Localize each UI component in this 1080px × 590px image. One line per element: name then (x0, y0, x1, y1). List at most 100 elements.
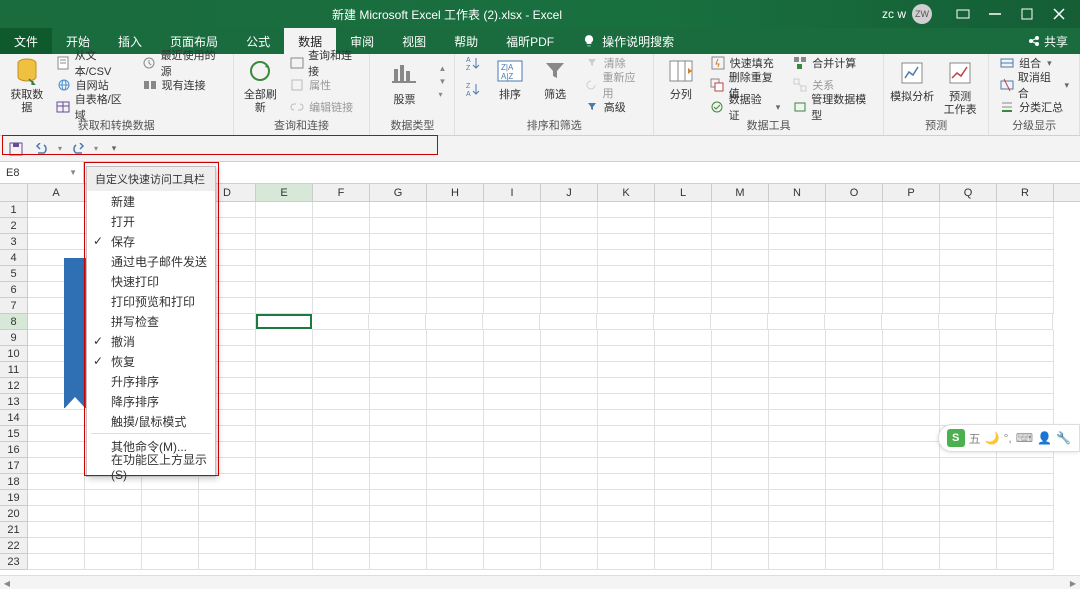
cell[interactable] (541, 362, 598, 378)
cell[interactable] (427, 506, 484, 522)
cell[interactable] (711, 314, 768, 330)
cell[interactable] (370, 362, 427, 378)
cell[interactable] (655, 250, 712, 266)
cell[interactable] (541, 202, 598, 218)
cell[interactable] (427, 458, 484, 474)
cell[interactable] (769, 410, 826, 426)
cell[interactable] (769, 346, 826, 362)
cell[interactable] (769, 282, 826, 298)
cell[interactable] (370, 490, 427, 506)
ime-floating-toolbar[interactable]: S 五 🌙 °, ⌨ 👤 🔧 (938, 424, 1080, 452)
cell[interactable] (142, 538, 199, 554)
ribbon-display-options-icon[interactable] (950, 4, 976, 24)
cell[interactable] (256, 474, 313, 490)
cell[interactable] (541, 554, 598, 570)
cell[interactable] (256, 378, 313, 394)
cell[interactable] (598, 202, 655, 218)
cell[interactable] (427, 362, 484, 378)
cell[interactable] (826, 458, 883, 474)
cell[interactable] (883, 298, 940, 314)
cell[interactable] (541, 330, 598, 346)
cell[interactable] (85, 538, 142, 554)
cell[interactable] (598, 474, 655, 490)
cell[interactable] (883, 378, 940, 394)
cell[interactable] (712, 202, 769, 218)
cell[interactable] (655, 266, 712, 282)
cell[interactable] (313, 554, 370, 570)
cell[interactable] (883, 330, 940, 346)
manage-data-model-button[interactable]: 管理数据模型 (788, 97, 877, 117)
cell[interactable] (712, 474, 769, 490)
horizontal-scrollbar[interactable]: ◀ ▶ (0, 575, 1080, 589)
cell[interactable] (28, 202, 85, 218)
cell[interactable] (655, 298, 712, 314)
row-header[interactable]: 23 (0, 554, 28, 570)
cell[interactable] (541, 282, 598, 298)
cell[interactable] (882, 314, 939, 330)
row-header[interactable]: 15 (0, 426, 28, 442)
cell[interactable] (313, 410, 370, 426)
column-header[interactable]: F (313, 184, 370, 201)
cell[interactable] (256, 410, 313, 426)
cell[interactable] (826, 266, 883, 282)
cell[interactable] (826, 538, 883, 554)
cell[interactable] (769, 266, 826, 282)
cell[interactable] (427, 378, 484, 394)
cell[interactable] (712, 490, 769, 506)
row-header[interactable]: 2 (0, 218, 28, 234)
cell[interactable] (313, 378, 370, 394)
cell[interactable] (427, 346, 484, 362)
cell[interactable] (484, 266, 541, 282)
cell[interactable] (655, 346, 712, 362)
cell[interactable] (826, 250, 883, 266)
cell[interactable] (256, 298, 313, 314)
moon-icon[interactable]: 🌙 (985, 431, 1000, 445)
cell[interactable] (427, 218, 484, 234)
cell[interactable] (826, 234, 883, 250)
column-header[interactable]: R (997, 184, 1054, 201)
cell[interactable] (484, 202, 541, 218)
cell[interactable] (997, 490, 1054, 506)
cell[interactable] (256, 266, 313, 282)
column-header[interactable]: H (427, 184, 484, 201)
cell[interactable] (370, 474, 427, 490)
cell[interactable] (484, 554, 541, 570)
qat-menu-item[interactable]: 通过电子邮件发送 (87, 251, 215, 271)
queries-connections-button[interactable]: 查询和连接 (285, 53, 363, 73)
cell[interactable] (85, 522, 142, 538)
row-header[interactable]: 18 (0, 474, 28, 490)
cell[interactable] (655, 394, 712, 410)
cell[interactable] (996, 314, 1053, 330)
cell[interactable] (712, 218, 769, 234)
cell[interactable] (313, 474, 370, 490)
cell[interactable] (484, 330, 541, 346)
cell[interactable] (484, 426, 541, 442)
cell[interactable] (142, 490, 199, 506)
row-header[interactable]: 14 (0, 410, 28, 426)
cell[interactable] (655, 442, 712, 458)
cell[interactable] (826, 442, 883, 458)
cell[interactable] (883, 522, 940, 538)
cell[interactable] (484, 378, 541, 394)
cell[interactable] (769, 234, 826, 250)
cell[interactable] (712, 426, 769, 442)
cell[interactable] (826, 394, 883, 410)
cell[interactable] (541, 218, 598, 234)
save-icon[interactable] (6, 140, 26, 158)
cell[interactable] (28, 474, 85, 490)
cell[interactable] (997, 266, 1054, 282)
cell[interactable] (883, 202, 940, 218)
cell[interactable] (769, 490, 826, 506)
cell[interactable] (655, 426, 712, 442)
cell[interactable] (940, 554, 997, 570)
cell[interactable] (997, 330, 1054, 346)
cell[interactable] (826, 202, 883, 218)
cell[interactable] (712, 522, 769, 538)
cell[interactable] (940, 458, 997, 474)
cell[interactable] (427, 234, 484, 250)
cell[interactable] (769, 394, 826, 410)
cell[interactable] (997, 282, 1054, 298)
cell[interactable] (598, 506, 655, 522)
cell[interactable] (655, 506, 712, 522)
cell[interactable] (85, 554, 142, 570)
